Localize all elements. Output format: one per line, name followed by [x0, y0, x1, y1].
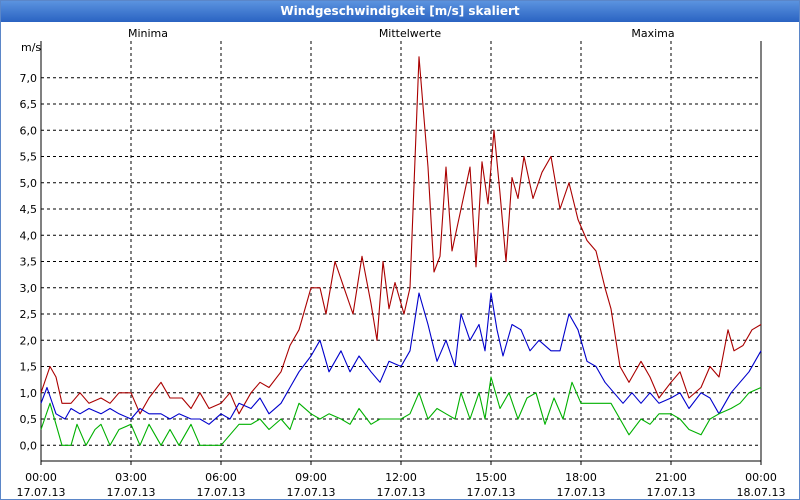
series-line-minima — [40, 376, 762, 446]
y-tick-label: 2,5 — [20, 308, 38, 321]
x-tick-time: 15:00 — [475, 471, 507, 484]
x-tick-date: 17.07.13 — [107, 486, 156, 499]
x-tick-time: 03:00 — [115, 471, 147, 484]
y-tick-label: 6,0 — [20, 124, 38, 137]
wind-speed-chart: 0,0 0,5 1,0 1,5 2,0 2,5 3,0 3,5 4,0 4,5 5,0 5,5 6,0 6… — [17, 27, 786, 499]
x-tick-date: 17.07.13 — [467, 486, 516, 499]
y-tick-label: 6,5 — [20, 98, 38, 111]
x-tick-date: 17.07.13 — [197, 486, 246, 499]
x-tick-time: 09:00 — [295, 471, 327, 484]
y-tick-label: 7,0 — [20, 72, 38, 85]
y-tick-label: 1,5 — [20, 361, 38, 374]
y-tick-label: 0,0 — [20, 439, 38, 452]
x-tick-date: 17.07.13 — [377, 486, 426, 499]
y-tick-label: 5,0 — [20, 177, 38, 190]
y-tick-label: 2,0 — [20, 334, 38, 347]
x-tick-date: 17.07.13 — [647, 486, 696, 499]
y-tick-label: 3,5 — [20, 256, 38, 269]
legend-entry-mittelwerte: Mittelwerte — [379, 27, 442, 40]
y-tick-label: 4,5 — [20, 203, 38, 216]
x-tick-time: 00:00 — [25, 471, 57, 484]
chart-window: Windgeschwindigkeit [m/s] skaliert 0,0 0,… — [0, 0, 800, 500]
y-tick-label: 5,5 — [20, 151, 38, 164]
x-tick-time: 00:00 — [745, 471, 777, 484]
y-tick-label: 1,0 — [20, 387, 38, 400]
legend-entry-minima: Minima — [128, 27, 168, 40]
y-tick-label: 4,0 — [20, 229, 38, 242]
y-tick-label: 0,5 — [20, 413, 38, 426]
x-tick-date: 18.07.13 — [737, 486, 786, 499]
x-tick-date: 17.07.13 — [17, 486, 66, 499]
x-tick-date: 17.07.13 — [557, 486, 606, 499]
x-tick-time: 18:00 — [565, 471, 597, 484]
x-tick-time: 12:00 — [385, 471, 417, 484]
y-tick-label: 3,0 — [20, 282, 38, 295]
x-tick-date: 17.07.13 — [287, 486, 336, 499]
y-axis-label: m/s — [21, 41, 41, 54]
x-tick-time: 06:00 — [205, 471, 237, 484]
x-tick-time: 21:00 — [655, 471, 687, 484]
legend-entry-maxima: Maxima — [631, 27, 674, 40]
